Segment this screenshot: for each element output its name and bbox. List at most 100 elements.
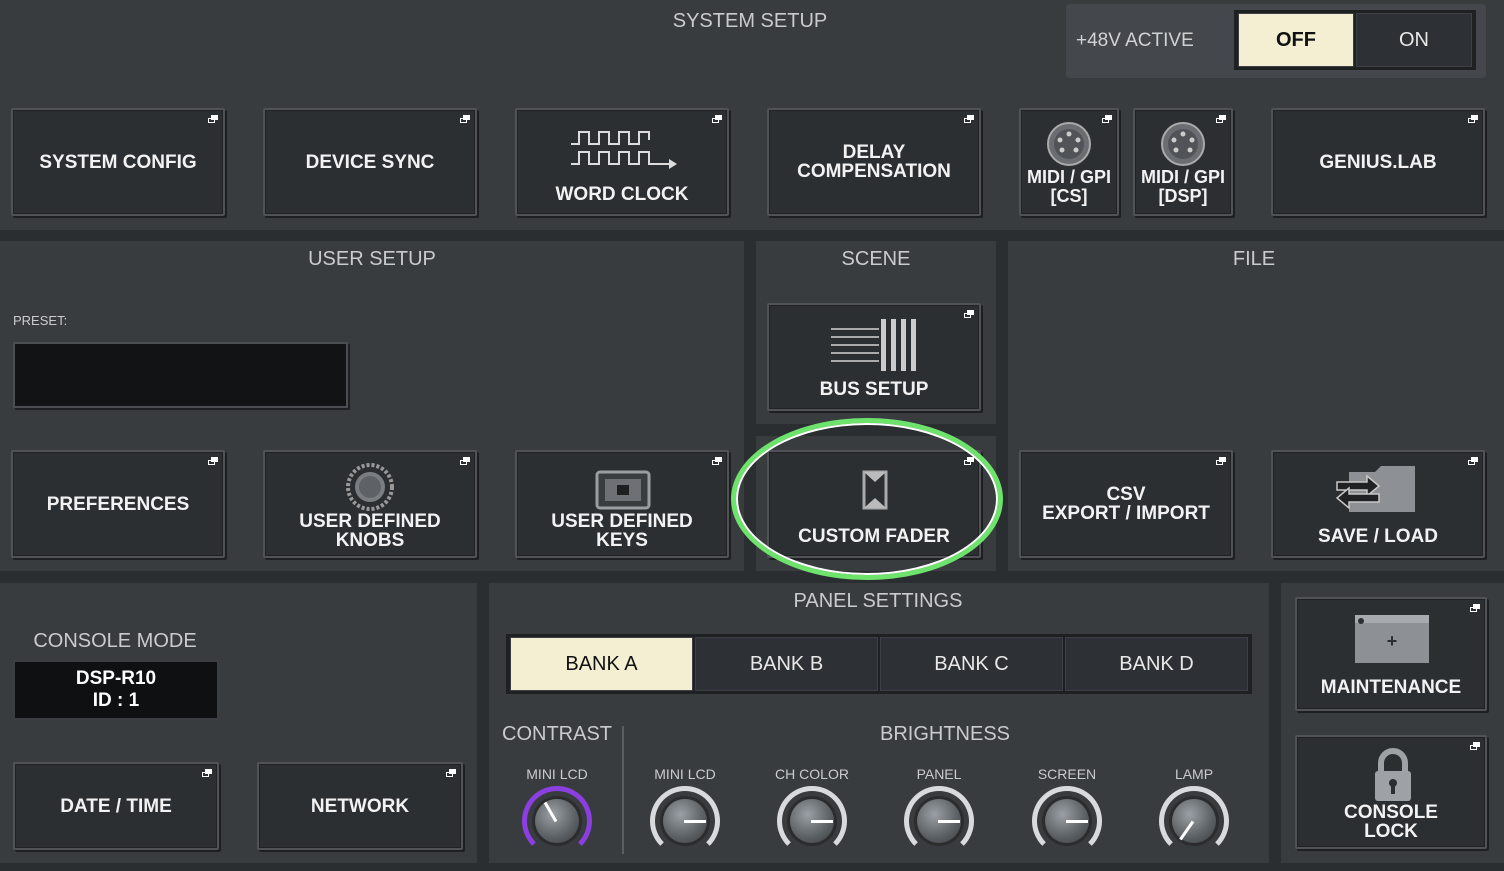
system-config-label: SYSTEM CONFIG <box>39 151 197 173</box>
popup-indicator-icon <box>460 115 470 123</box>
system-setup-title: SYSTEM SETUP <box>672 10 828 32</box>
knob-pointer <box>1066 820 1088 823</box>
maintenance-icon: + <box>1355 615 1429 663</box>
custom-fader-button[interactable]: CUSTOM FADER <box>767 450 981 558</box>
contrast-knob-mini-lcd[interactable] <box>522 786 592 856</box>
midi-gpi-cs-button[interactable]: MIDI / GPI [CS] <box>1019 108 1119 216</box>
maintenance-label: MAINTENANCE <box>1320 677 1462 698</box>
contrast-label: CONTRAST <box>502 723 612 745</box>
genius-lab-button[interactable]: GENIUS.LAB <box>1271 108 1485 216</box>
midi-gpi-cs-label: MIDI / GPI [CS] <box>1026 167 1111 206</box>
user-defined-knobs-button[interactable]: USER DEFINED KNOBS <box>263 450 477 558</box>
delay-compensation-button[interactable]: DELAY COMPENSATION <box>767 108 981 216</box>
phantom-on-button[interactable]: ON <box>1356 13 1472 67</box>
popup-indicator-icon <box>1468 457 1478 465</box>
popup-indicator-icon <box>1470 742 1480 750</box>
knob-label-brightness: LAMP <box>1174 766 1214 782</box>
popup-indicator-icon <box>964 457 974 465</box>
knob-pointer <box>938 820 960 823</box>
user-setup-title: USER SETUP <box>308 248 436 270</box>
save-load-label: SAVE / LOAD <box>1318 526 1438 547</box>
knob-cap <box>535 799 579 843</box>
fader-icon <box>862 470 888 510</box>
preferences-button[interactable]: PREFERENCES <box>11 450 225 558</box>
brightness-knob-screen[interactable] <box>1032 786 1102 856</box>
brightness-knob-mini-lcd[interactable] <box>650 786 720 856</box>
save-load-button[interactable]: SAVE / LOAD <box>1271 450 1485 558</box>
network-label: NETWORK <box>310 795 410 817</box>
popup-indicator-icon <box>446 769 456 777</box>
bus-setup-button[interactable]: BUS SETUP <box>767 303 981 411</box>
phantom-off-button[interactable]: OFF <box>1238 13 1354 67</box>
brightness-knob-panel[interactable] <box>904 786 974 856</box>
panel-settings-title: PANEL SETTINGS <box>793 590 963 612</box>
genius-lab-label: GENIUS.LAB <box>1319 151 1437 173</box>
popup-indicator-icon <box>964 115 974 123</box>
brightness-knob-ch-color[interactable] <box>777 786 847 856</box>
bank-c-button[interactable]: BANK C <box>880 637 1063 691</box>
midi-gpi-dsp-label: MIDI / GPI [DSP] <box>1140 167 1225 206</box>
popup-indicator-icon <box>331 349 341 357</box>
knob-cap <box>1172 799 1216 843</box>
word-clock-button[interactable]: WORD CLOCK <box>515 108 729 216</box>
midi-gpi-dsp-button[interactable]: MIDI / GPI [DSP] <box>1133 108 1233 216</box>
brightness-knob-lamp[interactable] <box>1159 786 1229 856</box>
bank-d-button[interactable]: BANK D <box>1065 637 1248 691</box>
popup-indicator-icon <box>712 115 722 123</box>
popup-indicator-icon <box>1468 115 1478 123</box>
knob-label-brightness: PANEL <box>916 766 962 782</box>
device-sync-button[interactable]: DEVICE SYNC <box>263 108 477 216</box>
popup-indicator-icon <box>1216 457 1226 465</box>
knob-label-brightness: SCREEN <box>1037 766 1097 782</box>
brightness-label: BRIGHTNESS <box>879 723 1011 745</box>
knob-label-brightness: MINI LCD <box>654 766 716 782</box>
popup-indicator-icon <box>202 769 212 777</box>
preset-label: PRESET: <box>13 313 68 328</box>
popup-indicator-icon <box>1470 604 1480 612</box>
key-icon <box>595 470 651 510</box>
popup-indicator-icon <box>208 115 218 123</box>
bank-selector: BANK A BANK B BANK C BANK D <box>506 634 1252 694</box>
folder-arrows-icon <box>1335 466 1415 512</box>
scene-title: SCENE <box>841 248 911 270</box>
bus-setup-label: BUS SETUP <box>819 379 929 400</box>
console-mode-value: DSP-R10 ID : 1 <box>75 668 157 711</box>
bus-routing-icon <box>831 319 916 371</box>
user-defined-keys-label: USER DEFINED KEYS <box>551 511 693 551</box>
popup-indicator-icon <box>1216 115 1226 123</box>
bank-b-button[interactable]: BANK B <box>695 637 878 691</box>
popup-indicator-icon <box>208 457 218 465</box>
user-defined-keys-button[interactable]: USER DEFINED KEYS <box>515 450 729 558</box>
device-sync-label: DEVICE SYNC <box>305 151 435 173</box>
network-button[interactable]: NETWORK <box>257 762 463 850</box>
knob-pointer <box>684 820 706 823</box>
console-lock-button[interactable]: CONSOLE LOCK <box>1295 735 1487 849</box>
bank-a-button[interactable]: BANK A <box>510 637 693 691</box>
popup-indicator-icon <box>712 457 722 465</box>
system-config-button[interactable]: SYSTEM CONFIG <box>11 108 225 216</box>
csv-export-import-label: CSV EXPORT / IMPORT <box>1042 484 1210 524</box>
phantom-power-label: +48V ACTIVE <box>1076 30 1194 51</box>
user-defined-knobs-label: USER DEFINED KNOBS <box>299 511 441 551</box>
date-time-label: DATE / TIME <box>60 795 172 817</box>
preset-field[interactable] <box>13 342 348 408</box>
date-time-button[interactable]: DATE / TIME <box>13 762 219 850</box>
knob-icon <box>346 463 394 511</box>
contrast-divider <box>622 726 624 854</box>
knob-label-brightness: CH COLOR <box>775 766 849 782</box>
midi-connector-icon <box>1161 122 1205 166</box>
svg-text:+: + <box>1387 631 1398 651</box>
lock-icon <box>1375 748 1411 801</box>
csv-export-import-button[interactable]: CSV EXPORT / IMPORT <box>1019 450 1233 558</box>
knob-pointer <box>811 820 833 823</box>
word-clock-label: WORD CLOCK <box>555 184 689 205</box>
console-mode-label: CONSOLE MODE <box>33 630 197 652</box>
maintenance-button[interactable]: + MAINTENANCE <box>1295 597 1487 711</box>
popup-indicator-icon <box>964 310 974 318</box>
preferences-label: PREFERENCES <box>46 493 190 515</box>
file-title: FILE <box>1232 248 1276 270</box>
custom-fader-label: CUSTOM FADER <box>798 526 950 547</box>
phantom-power-switch: OFF ON <box>1234 10 1476 70</box>
console-mode-display[interactable]: DSP-R10 ID : 1 <box>13 660 219 720</box>
console-lock-label: CONSOLE LOCK <box>1344 802 1438 842</box>
